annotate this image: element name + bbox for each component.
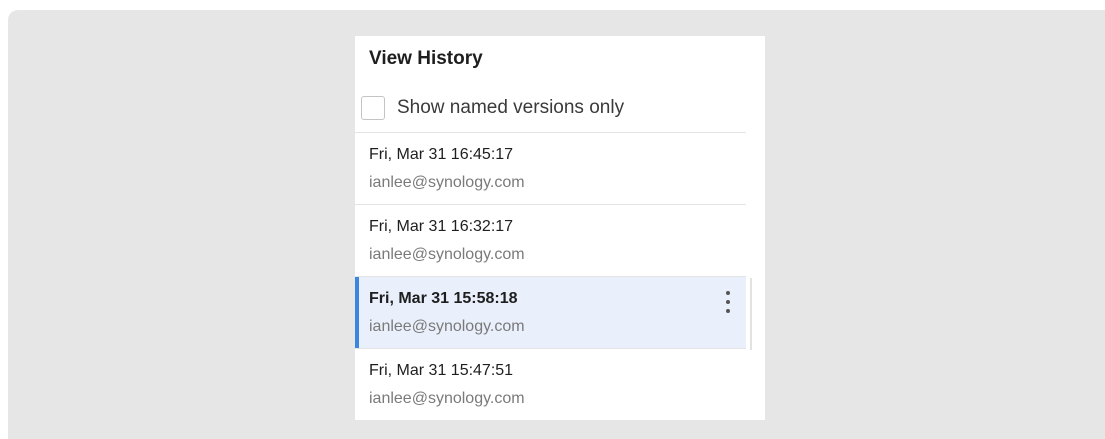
named-versions-checkbox[interactable] (361, 96, 385, 120)
selected-indicator (355, 277, 359, 348)
version-date: Fri, Mar 31 16:32:17 (369, 218, 514, 235)
named-versions-label: Show named versions only (397, 97, 625, 118)
view-history-panel: View History Show named versions only Fr… (355, 36, 765, 420)
version-date: Fri, Mar 31 16:45:17 (369, 146, 514, 163)
version-user: ianlee@synology.com (369, 318, 525, 335)
version-item[interactable]: Fri, Mar 31 15:58:18 ianlee@synology.com (355, 276, 746, 348)
version-date: Fri, Mar 31 15:58:18 (369, 290, 518, 307)
version-item[interactable]: Fri, Mar 31 16:45:17 ianlee@synology.com (355, 132, 746, 204)
version-user: ianlee@synology.com (369, 246, 525, 263)
more-vertical-icon[interactable] (724, 291, 732, 313)
version-item[interactable]: Fri, Mar 31 15:47:51 ianlee@synology.com (355, 348, 746, 420)
version-item[interactable]: Fri, Mar 31 16:32:17 ianlee@synology.com (355, 204, 746, 276)
scrollbar[interactable] (750, 278, 752, 350)
version-date: Fri, Mar 31 15:47:51 (369, 362, 514, 379)
named-versions-filter[interactable]: Show named versions only (361, 94, 624, 122)
version-user: ianlee@synology.com (369, 390, 525, 407)
version-user: ianlee@synology.com (369, 174, 525, 191)
panel-title: View History (369, 48, 483, 69)
version-list: Fri, Mar 31 16:45:17 ianlee@synology.com… (355, 132, 746, 420)
